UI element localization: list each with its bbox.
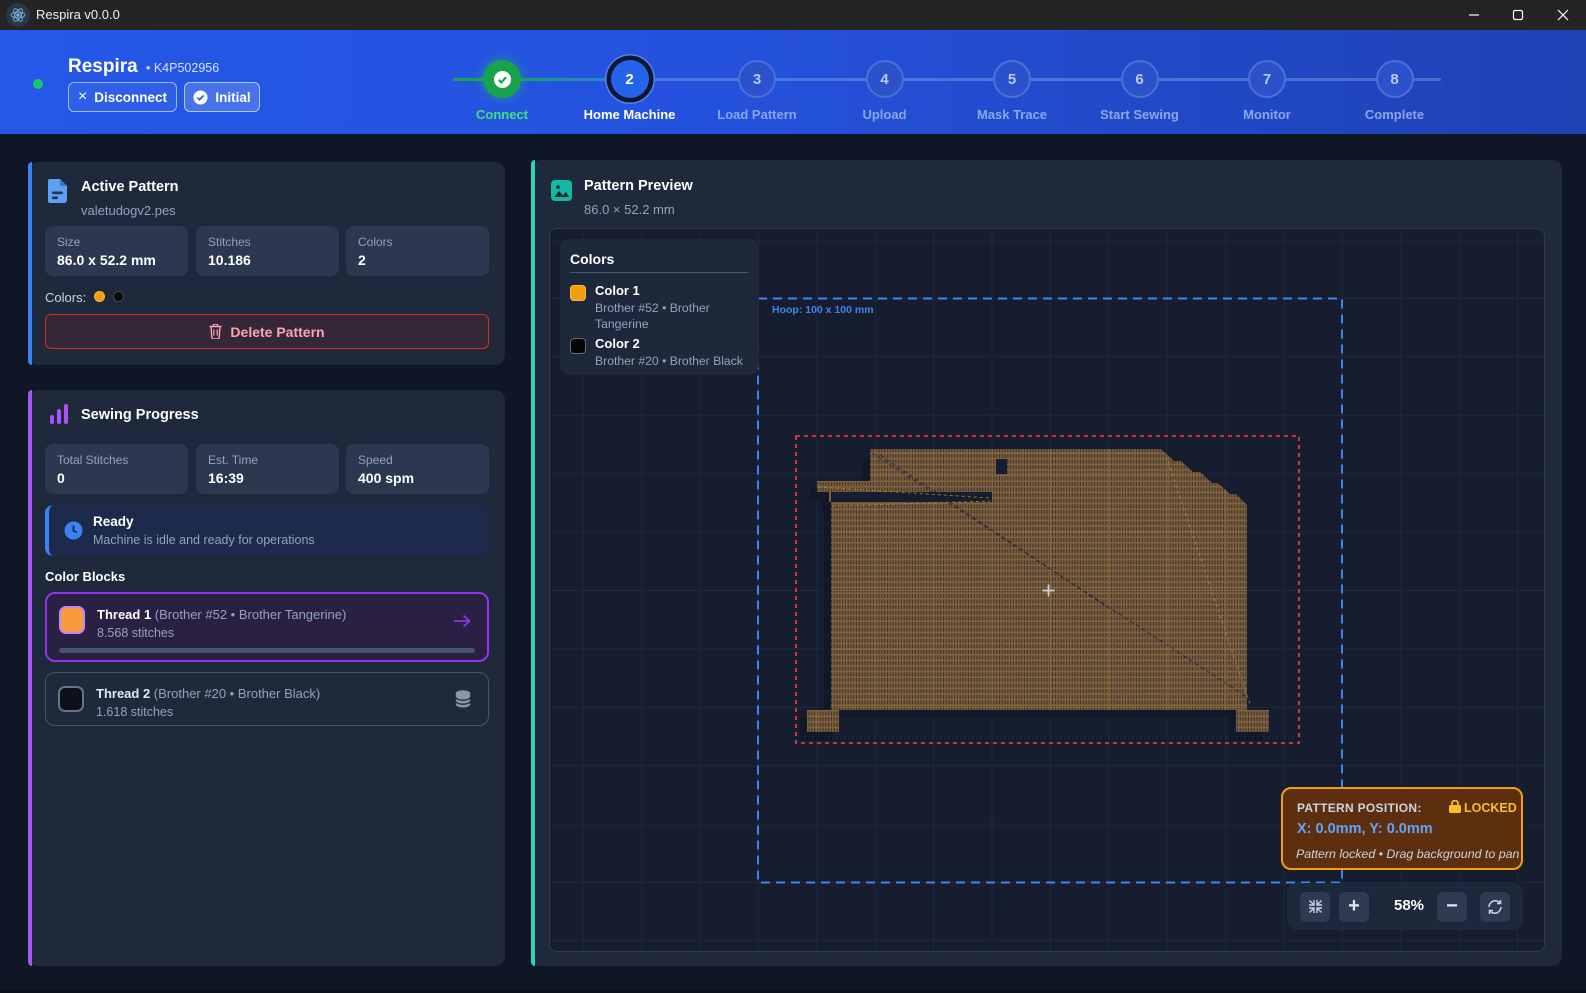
svg-text:Hoop: 100 x 100 mm: Hoop: 100 x 100 mm <box>772 304 874 316</box>
